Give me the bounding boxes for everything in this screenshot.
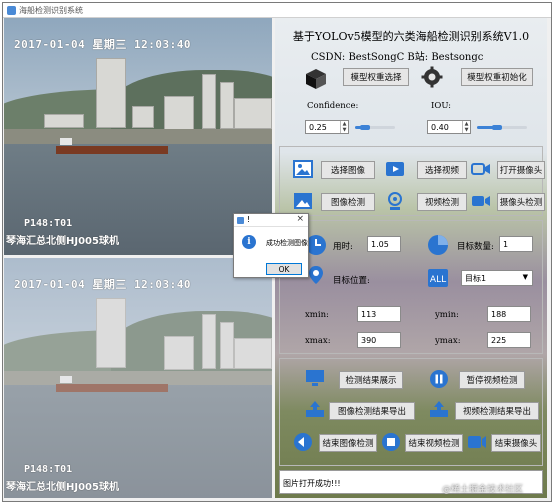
pie-icon: [428, 235, 448, 255]
osd-camera-id: P148:T01: [24, 464, 73, 475]
iou-slider[interactable]: [477, 125, 527, 130]
close-icon[interactable]: ×: [296, 214, 304, 224]
iou-spinbox[interactable]: 0.40 ▲ ▼: [427, 120, 471, 134]
end-image-button[interactable]: 结束图像检测: [319, 434, 377, 452]
info-icon: i: [242, 235, 256, 249]
export-icon: [430, 401, 448, 417]
osd-timestamp: 2017-01-04 星期三 12:03:40: [14, 278, 191, 291]
app-icon: [7, 6, 16, 15]
export-image-button[interactable]: 图像检测结果导出: [329, 402, 415, 420]
building: [220, 82, 234, 129]
end-camera-icon: [468, 436, 486, 448]
position-label: 目标位置:: [333, 276, 370, 286]
iou-value: 0.40: [431, 122, 449, 132]
ok-button[interactable]: OK: [266, 263, 302, 275]
system-title: 基于YOLOv5模型的六类海船检测识别系统V1.0: [292, 30, 530, 43]
svg-text:ALL: ALL: [430, 275, 446, 285]
ymax-field: 225: [487, 332, 531, 348]
ymin-label: ymin:: [435, 310, 459, 320]
spin-arrows-icon[interactable]: ▲ ▼: [340, 121, 348, 133]
pause-video-button[interactable]: 暂停视频检测: [459, 371, 525, 389]
building: [164, 96, 194, 130]
watermark: @稀土掘金技术社区: [442, 485, 524, 495]
camera-icon: [471, 163, 490, 175]
open-camera-button[interactable]: 打开摄像头: [497, 161, 545, 179]
xmax-field: 390: [357, 332, 401, 348]
author-info: CSDN: BestSongC B站: Bestsongc: [311, 52, 484, 63]
video-detect-icon: [388, 192, 402, 210]
confidence-slider[interactable]: [355, 125, 395, 130]
building: [132, 106, 154, 128]
display-icon: [306, 370, 324, 386]
iou-label: IOU:: [431, 101, 452, 111]
end-video-button[interactable]: 结束视频检测: [405, 434, 463, 452]
video-detect-button[interactable]: 视频检测: [417, 193, 467, 211]
osd-place: 琴海汇总北侧HJ005球机: [6, 482, 119, 493]
pause-icon: [430, 370, 448, 388]
iou-slider-handle[interactable]: [492, 125, 502, 130]
osd-place: 琴海汇总北侧HJ005球机: [6, 236, 119, 247]
message-dialog: ! × i 成功检测图像 OK: [233, 213, 309, 278]
video-bottom-panel: 2017-01-04 星期三 12:03:40 P148:T01 琴海汇总北侧H…: [4, 258, 272, 498]
target-list-icon: ALL: [428, 269, 448, 287]
camera-detect-icon: [472, 196, 490, 206]
faded-overlay: [4, 258, 272, 498]
image-detect-button[interactable]: 图像检测: [321, 193, 375, 211]
xmin-field: 113: [357, 306, 401, 322]
dialog-app-icon: [237, 217, 244, 224]
export-video-button[interactable]: 视频检测结果导出: [455, 402, 539, 420]
end-video-icon: [382, 433, 400, 451]
init-weights-button[interactable]: 模型权重初始化: [461, 68, 533, 86]
confidence-spinbox[interactable]: 0.25 ▲ ▼: [305, 120, 349, 134]
end-camera-button[interactable]: 结束摄像头: [491, 434, 541, 452]
image-icon: [293, 160, 313, 178]
select-image-button[interactable]: 选择图像: [321, 161, 375, 179]
osd-timestamp: 2017-01-04 星期三 12:03:40: [14, 38, 191, 51]
xmin-label: xmin:: [305, 310, 329, 320]
select-weights-button[interactable]: 模型权重选择: [343, 68, 409, 86]
show-results-button[interactable]: 检测结果展示: [339, 371, 403, 389]
end-image-icon: [294, 433, 312, 451]
camera-detect-button[interactable]: 摄像头检测: [497, 193, 545, 211]
shoreline: [4, 129, 272, 144]
target-select[interactable]: 目标1 ▼: [461, 270, 533, 286]
count-label: 目标数量:: [457, 242, 494, 252]
dialog-title-bar: ! ×: [234, 214, 308, 227]
ymin-field: 188: [487, 306, 531, 322]
time-field: 1.05: [367, 236, 401, 252]
dialog-title: !: [247, 215, 251, 224]
export-icon: [306, 401, 324, 417]
cube-icon: [306, 69, 326, 89]
image-detect-icon: [294, 193, 312, 209]
ymax-label: ymax:: [435, 336, 461, 346]
select-video-button[interactable]: 选择视频: [417, 161, 467, 179]
confidence-value: 0.25: [309, 122, 327, 132]
chevron-down-icon[interactable]: ▼: [523, 273, 528, 281]
building: [234, 98, 272, 129]
control-panel: 基于YOLOv5模型的六类海船检测识别系统V1.0 CSDN: BestSong…: [275, 18, 547, 498]
building: [96, 58, 126, 128]
building: [44, 114, 84, 128]
confidence-label: Confidence:: [307, 101, 359, 111]
video-top-panel: 2017-01-04 星期三 12:03:40 P148:T01 琴海汇总北侧H…: [4, 18, 272, 255]
target-select-value: 目标1: [465, 273, 487, 283]
osd-camera-id: P148:T01: [24, 218, 73, 229]
dialog-message: 成功检测图像: [266, 239, 308, 247]
confidence-slider-handle[interactable]: [360, 125, 370, 130]
xmax-label: xmax:: [305, 336, 331, 346]
ship-cabin: [60, 138, 72, 145]
window-title: 海船检测识别系统: [19, 6, 83, 15]
video-icon: [386, 162, 404, 176]
building: [202, 74, 216, 129]
title-bar: 海船检测识别系统: [3, 3, 551, 18]
time-label: 用时:: [333, 242, 353, 252]
spin-arrows-icon[interactable]: ▲ ▼: [462, 121, 470, 133]
gear-icon: [421, 66, 443, 88]
ship: [56, 146, 168, 154]
count-field: 1: [499, 236, 533, 252]
